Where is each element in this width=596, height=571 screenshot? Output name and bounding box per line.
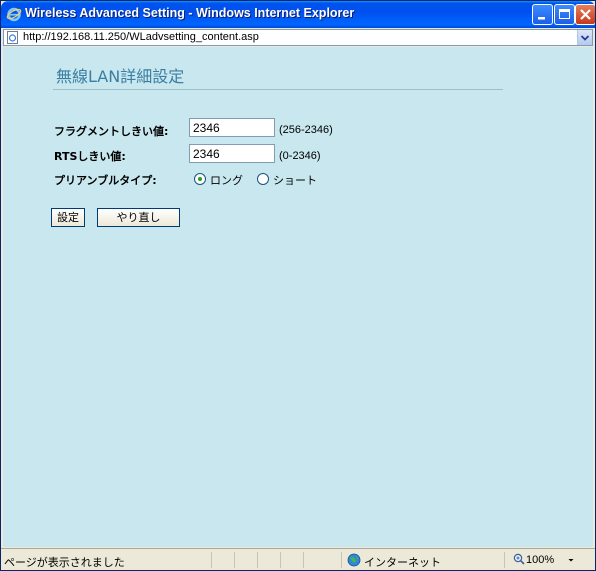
minimize-icon	[538, 17, 545, 20]
rts-threshold-input[interactable]	[189, 144, 275, 163]
maximize-button[interactable]	[554, 4, 575, 25]
status-text: ページが表示されました	[4, 556, 125, 569]
fragment-threshold-label: フラグメントしきい値:	[54, 125, 169, 138]
page-title: 無線LAN詳細設定	[56, 67, 185, 86]
browser-window: Wireless Advanced Setting - Windows Inte…	[0, 0, 596, 571]
status-separator	[257, 552, 258, 568]
url-text[interactable]: http://192.168.11.250/WLadvsetting_conte…	[23, 31, 259, 43]
rts-threshold-range: (0-2346)	[279, 150, 321, 162]
zoom-icon[interactable]	[513, 553, 525, 565]
ie-logo-icon	[6, 7, 22, 22]
maximize-icon	[559, 9, 570, 19]
status-bar: ページが表示されました インターネット 100%	[1, 548, 595, 570]
rts-threshold-label: RTSしきい値:	[54, 150, 126, 163]
title-divider	[53, 89, 503, 90]
preamble-long-label[interactable]: ロング	[210, 172, 243, 188]
close-button[interactable]	[575, 4, 595, 25]
status-separator	[280, 552, 281, 568]
globe-icon	[347, 553, 361, 567]
reset-button[interactable]: やり直し	[97, 208, 180, 227]
chevron-down-icon	[580, 35, 590, 41]
zoom-level[interactable]: 100%	[526, 554, 554, 566]
page-content: 無線LAN詳細設定 フラグメントしきい値: (256-2346) RTSしきい値…	[3, 47, 593, 547]
status-separator	[504, 552, 505, 568]
preamble-short-label[interactable]: ショート	[273, 172, 317, 188]
close-icon	[580, 9, 591, 20]
title-bar[interactable]: Wireless Advanced Setting - Windows Inte…	[1, 1, 595, 28]
address-bar[interactable]: http://192.168.11.250/WLadvsetting_conte…	[3, 29, 593, 46]
radio-selected-dot	[198, 177, 202, 181]
chevron-down-icon[interactable]	[565, 553, 577, 567]
preamble-short-radio[interactable]	[257, 173, 269, 185]
apply-button[interactable]: 設定	[51, 208, 85, 227]
status-separator	[303, 552, 304, 568]
minimize-button[interactable]	[532, 4, 553, 25]
preamble-type-label: プリアンブルタイプ:	[54, 174, 157, 187]
preamble-long-radio[interactable]	[194, 173, 206, 185]
security-zone-text: インターネット	[364, 556, 441, 569]
fragment-threshold-input[interactable]	[189, 118, 275, 137]
page-icon	[7, 31, 18, 44]
status-separator	[211, 552, 212, 568]
status-separator	[234, 552, 235, 568]
window-title: Wireless Advanced Setting - Windows Inte…	[25, 6, 355, 20]
fragment-threshold-range: (256-2346)	[279, 124, 333, 136]
status-separator	[341, 552, 342, 568]
address-dropdown-button[interactable]	[577, 30, 592, 45]
